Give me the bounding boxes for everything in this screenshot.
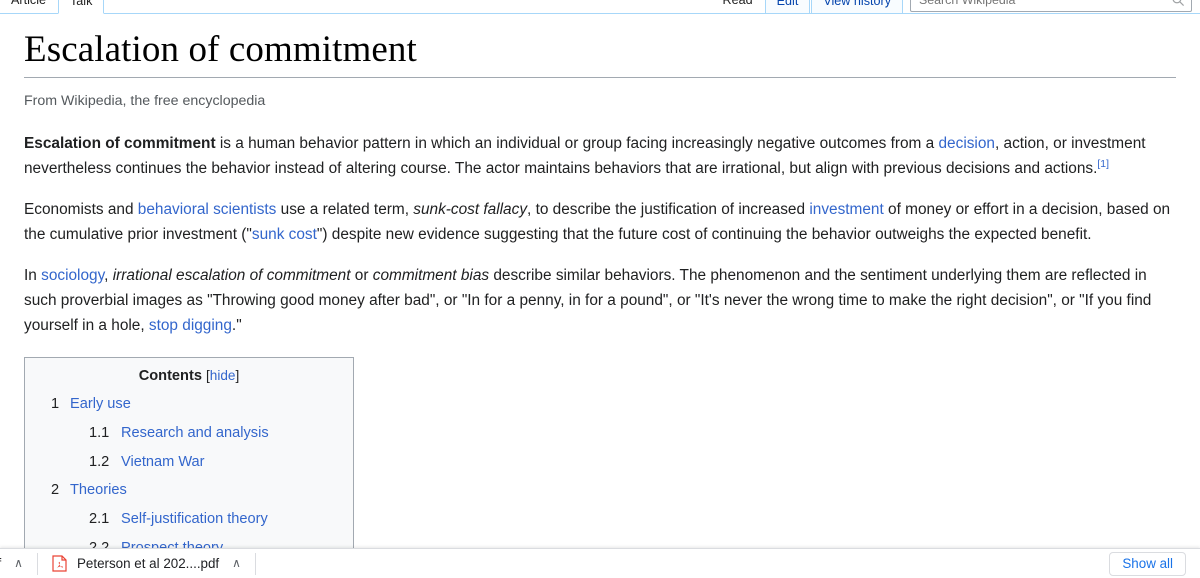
namespace-tabs: Article Talk <box>0 0 105 14</box>
tab-article[interactable]: Article <box>0 0 57 13</box>
link-behavioral-scientists[interactable]: behavioral scientists <box>138 201 277 218</box>
link-sunk-cost[interactable]: sunk cost <box>252 226 317 243</box>
view-tabs: Read Edit View history <box>711 0 904 13</box>
reference-1: [1] <box>1097 159 1109 170</box>
search-icon <box>1172 0 1185 7</box>
tab-read-label: Read <box>722 0 753 7</box>
toc-title: Contents <box>138 367 202 384</box>
download-shelf-divider <box>36 552 38 575</box>
tab-talk-label: Talk <box>70 0 93 8</box>
toc-title-row: Contents [hide] <box>39 368 339 384</box>
tab-view-history-label: View history <box>823 0 891 8</box>
download-item-partial-label: df <box>0 556 1 571</box>
toc-entry-1-1[interactable]: 1.1 Research and analysis <box>39 423 339 445</box>
lead-seg-1: is a human behavior pattern in which an … <box>215 135 939 153</box>
lead-term: Escalation of commitment <box>24 135 216 153</box>
paragraph-economists: Economists and behavioral scientists use… <box>24 198 1174 248</box>
term-irrational-escalation: irrational escalation of commitment <box>112 266 351 284</box>
show-all-downloads-button[interactable]: Show all <box>1109 551 1186 576</box>
p3-seg-5: ." <box>231 316 242 334</box>
toc-toggle: [hide] <box>206 368 239 383</box>
browser-viewport: Article Talk Read Edit View history Sear… <box>0 0 1200 578</box>
link-investment[interactable]: investment <box>809 201 883 218</box>
p2-seg-5: ") despite new evidence suggesting that … <box>316 225 1092 243</box>
toc-number: 1.1 <box>89 424 110 441</box>
toc-number: 1.2 <box>89 453 110 470</box>
toc-text: Vietnam War <box>121 453 205 470</box>
toc-number: 2 <box>51 482 60 499</box>
table-of-contents: Contents [hide] 1 Early use 1.1 Research a… <box>24 356 354 578</box>
link-stop-digging[interactable]: stop digging <box>149 317 232 334</box>
toc-number: 2.1 <box>89 511 110 528</box>
toc-entry-2-1[interactable]: 2.1 Self-justification theory <box>39 509 339 531</box>
download-item-peterson-label: Peterson et al 202....pdf <box>76 556 220 571</box>
p2-seg-3: , to describe the justification of incre… <box>527 201 810 219</box>
toc-text: Self-justification theory <box>121 511 268 528</box>
p3-seg-3: or <box>350 266 373 284</box>
tab-read[interactable]: Read <box>711 0 764 13</box>
tab-edit-label: Edit <box>776 0 799 8</box>
download-shelf: df ∧ Peterson et al 202....pdf ∧ Show al… <box>0 548 1200 578</box>
pdf-file-icon <box>52 555 67 572</box>
download-shelf-divider-2 <box>254 552 256 575</box>
link-decision[interactable]: decision <box>939 135 995 152</box>
toc-text: Theories <box>70 482 127 499</box>
toc-text: Research and analysis <box>121 424 269 441</box>
toc-entry-2[interactable]: 2 Theories <box>39 480 339 502</box>
paragraph-sociology: In sociology, irrational escalation of c… <box>24 264 1174 339</box>
tab-view-history[interactable]: View history <box>811 0 903 13</box>
p3-seg-2: , <box>104 266 113 284</box>
tab-article-label: Article <box>11 0 46 7</box>
site-subtitle: From Wikipedia, the free encyclopedia <box>24 93 266 110</box>
tab-talk[interactable]: Talk <box>58 0 105 14</box>
tab-edit[interactable]: Edit <box>764 0 811 13</box>
toc-number: 1 <box>51 395 60 412</box>
download-item-partial[interactable]: df ∧ <box>0 549 31 578</box>
article-content: Escalation of commitment From Wikipedia,… <box>0 14 1200 578</box>
search-box[interactable] <box>910 0 1192 12</box>
download-item-peterson[interactable]: Peterson et al 202....pdf ∧ <box>44 549 249 578</box>
toc-entry-1[interactable]: 1 Early use <box>39 394 339 416</box>
toc-entry-1-2[interactable]: 1.2 Vietnam War <box>39 452 339 474</box>
toc-hide-link[interactable]: hide <box>210 368 236 383</box>
wikipedia-tab-strip: Article Talk Read Edit View history <box>0 0 1200 14</box>
p3-seg-1: In <box>24 266 42 284</box>
term-sunk-cost-fallacy: sunk-cost fallacy <box>413 201 528 219</box>
paragraph-lead: Escalation of commitment is a human beha… <box>24 132 1174 182</box>
reference-1-link[interactable]: [1] <box>1097 159 1109 170</box>
page-title: Escalation of commitment <box>24 27 1176 79</box>
chevron-up-icon[interactable]: ∧ <box>232 557 241 569</box>
term-commitment-bias: commitment bias <box>372 266 490 284</box>
chevron-up-icon[interactable]: ∧ <box>14 557 23 569</box>
toc-toggle-bracket-close: ] <box>235 367 240 383</box>
p2-seg-2: use a related term, <box>276 201 414 219</box>
p2-seg-1: Economists and <box>24 201 138 219</box>
link-sociology[interactable]: sociology <box>41 267 104 284</box>
search-input[interactable] <box>917 0 1171 8</box>
toc-text: Early use <box>70 395 131 412</box>
